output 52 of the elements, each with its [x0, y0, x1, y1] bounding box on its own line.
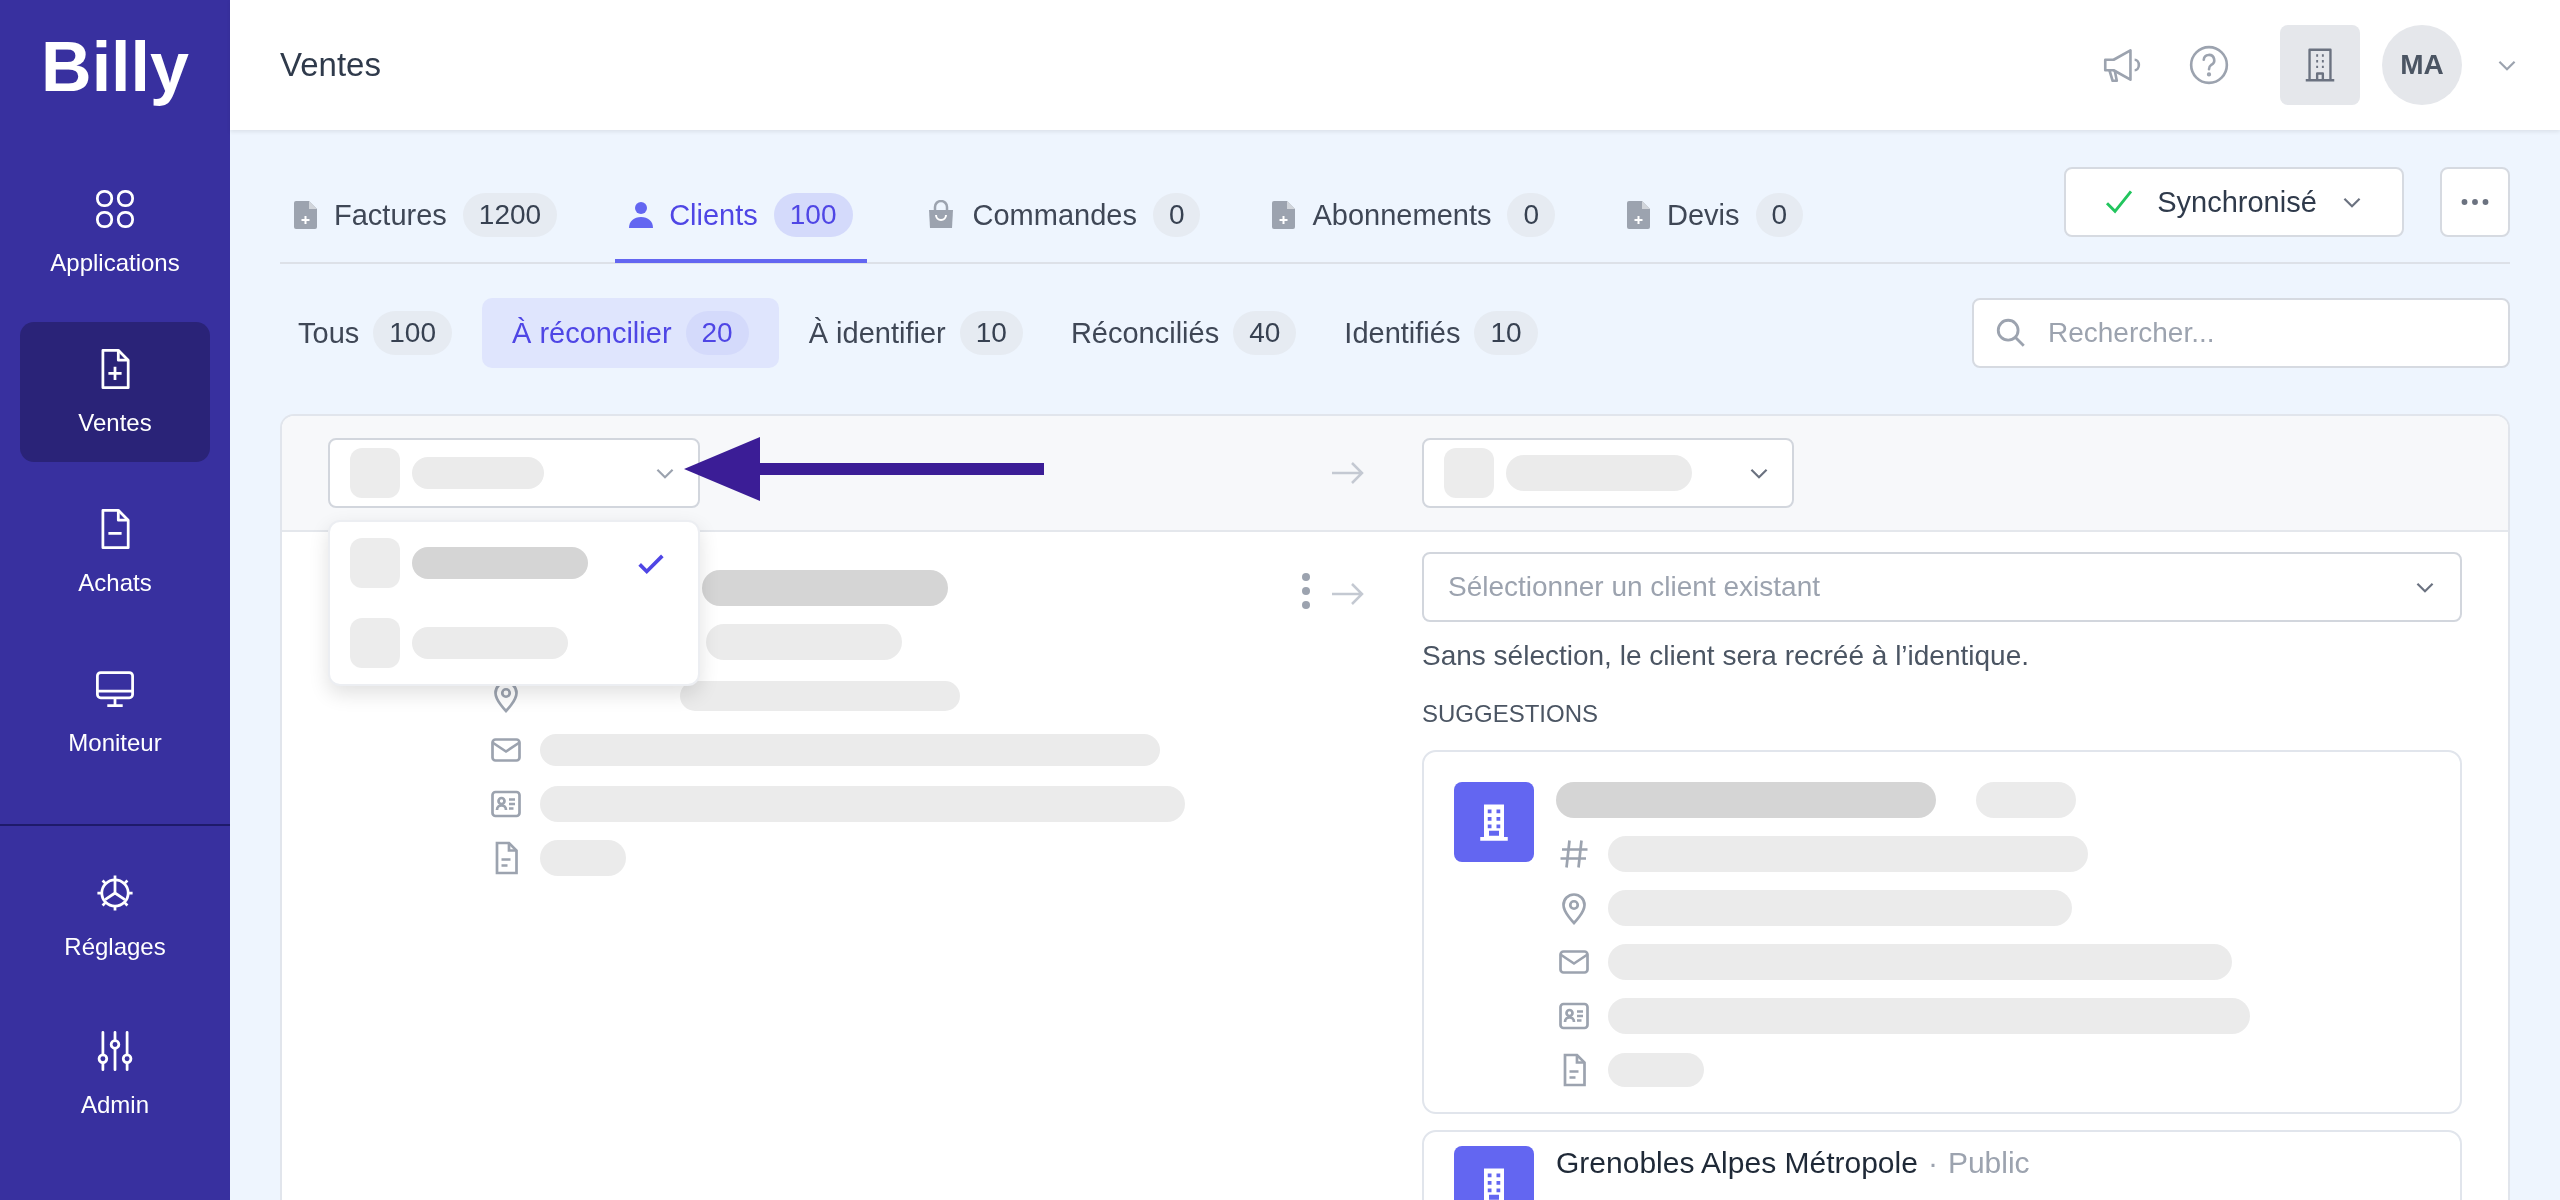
count-badge: 0	[1507, 193, 1556, 237]
count-badge: 100	[773, 193, 853, 237]
kebab-menu-icon[interactable]	[1300, 572, 1312, 612]
suggestion-card[interactable]	[1422, 750, 2462, 1114]
sidebar-item[interactable]: Achats	[20, 482, 210, 622]
search-icon	[1994, 316, 2028, 350]
filter-chip[interactable]: Tous 100	[280, 298, 470, 368]
separator-dot: ·	[1927, 1146, 1938, 1180]
client-type: Public	[1947, 1146, 2030, 1180]
sidebar-item[interactable]: Réglages	[20, 846, 210, 986]
document-plus-icon	[294, 200, 318, 230]
count-badge: 1200	[462, 193, 558, 237]
tab[interactable]: Abonnements 0	[1258, 171, 1570, 263]
app-logo: Billy	[40, 27, 190, 108]
filter-chip[interactable]: Identifiés 10	[1326, 298, 1556, 368]
helper-text: Sans sélection, le client sera recréé à l’identique.	[1422, 640, 2030, 672]
count-badge: 10	[959, 311, 1023, 355]
person-icon	[629, 200, 654, 230]
source-dropdown[interactable]	[328, 438, 700, 508]
more-icon	[2461, 198, 2489, 206]
document-plus-icon	[1627, 200, 1652, 230]
document-plus-icon	[1272, 200, 1297, 230]
count-badge: 40	[1233, 311, 1297, 355]
target-dropdown[interactable]	[1422, 438, 1794, 508]
count-badge: 20	[685, 311, 749, 355]
tab[interactable]: Clients 100	[615, 171, 867, 263]
filter-chip[interactable]: À identifier 10	[790, 298, 1041, 368]
company-button[interactable]	[2280, 25, 2360, 105]
sidebar-item[interactable]: Applications	[20, 162, 210, 302]
sidebar-item[interactable]: Ventes	[20, 322, 210, 462]
suggestion-card[interactable]: Grenobles Alpes Métropole · Public	[1422, 1130, 2462, 1200]
building-icon	[1454, 782, 1534, 862]
sidebar-item[interactable]: Moniteur	[20, 642, 210, 782]
filter-chip[interactable]: Réconciliés 40	[1052, 298, 1315, 368]
grid-icon	[93, 187, 137, 231]
client-name: Grenobles Alpes Métropole	[1556, 1146, 1918, 1180]
filter-chip[interactable]: À réconcilier 20	[482, 298, 779, 368]
page-title: Ventes	[280, 46, 381, 84]
sync-status-button[interactable]: Synchronisé	[2064, 167, 2404, 237]
search-field[interactable]: Rechercher...	[1972, 298, 2510, 368]
tab[interactable]: Devis 0	[1613, 171, 1818, 263]
count-badge: 0	[1755, 193, 1804, 237]
count-badge: 100	[373, 311, 452, 355]
count-badge: 10	[1474, 311, 1538, 355]
sidebar-item[interactable]: Admin	[20, 1004, 210, 1144]
more-button[interactable]	[2440, 167, 2510, 237]
count-badge: 0	[1152, 193, 1201, 237]
tab[interactable]: Factures 1200	[280, 171, 572, 263]
tab[interactable]: Commandes 0	[910, 171, 1215, 263]
user-avatar[interactable]: MA	[2382, 25, 2462, 105]
help-icon[interactable]	[2188, 44, 2230, 86]
section-heading: SUGGESTIONS	[1422, 700, 1600, 728]
